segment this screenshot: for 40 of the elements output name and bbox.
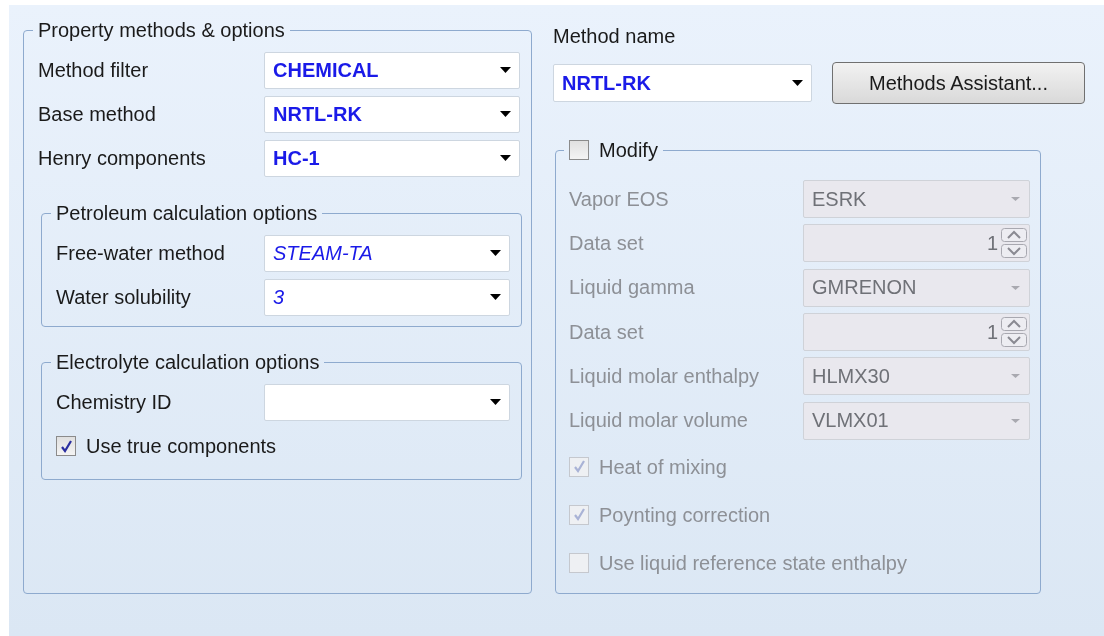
caret-icon[interactable] xyxy=(792,80,803,86)
dropdown[interactable]: 3 xyxy=(264,278,510,316)
field-label: Water solubility xyxy=(56,285,192,309)
field-label: Liquid gamma xyxy=(569,276,696,300)
field-label: Vapor EOS xyxy=(569,187,670,211)
field-label: Free-water method xyxy=(56,241,226,265)
checkbox[interactable] xyxy=(56,436,76,456)
caret-icon[interactable] xyxy=(500,67,511,73)
caret-icon[interactable] xyxy=(490,294,501,300)
group-title: Electrolyte calculation options xyxy=(55,350,321,374)
caret-icon[interactable] xyxy=(490,250,501,256)
field-label: Chemistry ID xyxy=(56,390,173,414)
checkbox-label: Use liquid reference state enthalpy xyxy=(599,550,907,575)
dropdown[interactable]: HC-1 xyxy=(264,139,520,177)
check-icon xyxy=(572,460,586,474)
field-label: Liquid molar enthalpy xyxy=(569,364,761,388)
dropdown[interactable]: NRTL-RK xyxy=(264,95,520,133)
check-icon xyxy=(59,439,73,453)
field-label: Henry components xyxy=(38,146,207,170)
field-label: Liquid molar volume xyxy=(569,409,749,433)
checkbox-label: Poynting correction xyxy=(599,502,771,527)
dropdown[interactable]: NRTL-RK xyxy=(553,64,812,102)
check-icon xyxy=(572,508,586,522)
field-label: Data set xyxy=(569,320,645,344)
checkbox-label: Heat of mixing xyxy=(599,454,727,479)
caret-icon[interactable] xyxy=(490,399,501,405)
group-title: Property methods & options xyxy=(37,18,286,42)
field-label: Base method xyxy=(38,102,157,126)
checkbox-label: Use true components xyxy=(86,434,277,458)
checkbox[interactable] xyxy=(569,140,589,160)
methods-assistant-button[interactable]: Methods Assistant... xyxy=(832,62,1085,104)
field-label: Method filter xyxy=(38,58,150,82)
caret-icon[interactable] xyxy=(500,111,511,117)
dropdown[interactable]: CHEMICAL xyxy=(264,51,520,89)
checkbox-label: Modify xyxy=(599,138,658,162)
field-label: Method name xyxy=(553,24,677,48)
group-title: Petroleum calculation options xyxy=(55,201,319,225)
dropdown[interactable]: STEAM-TA xyxy=(264,234,510,272)
caret-icon[interactable] xyxy=(500,155,511,161)
field-label: Data set xyxy=(569,231,645,255)
